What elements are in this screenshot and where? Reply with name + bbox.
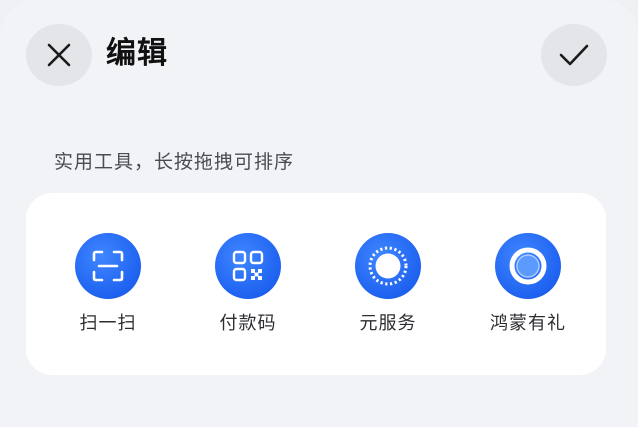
confirm-button[interactable]	[541, 24, 607, 86]
tool-label: 元服务	[359, 313, 417, 334]
gift-ring-icon	[495, 233, 561, 299]
checkmark-icon	[559, 44, 589, 66]
tool-label: 付款码	[219, 313, 277, 334]
edit-sheet: 编辑 实用工具，长按拖拽可排序 扫一扫 付款码 元服务 鸿蒙有礼	[0, 0, 638, 427]
service-ring-icon	[355, 233, 421, 299]
tool-label: 扫一扫	[79, 313, 137, 334]
tool-label: 鸿蒙有礼	[490, 313, 566, 334]
tools-card: 扫一扫 付款码 元服务 鸿蒙有礼	[26, 193, 606, 375]
close-icon	[47, 43, 71, 67]
tool-payment-code[interactable]: 付款码	[178, 193, 318, 375]
tool-scan[interactable]: 扫一扫	[38, 193, 178, 375]
close-button[interactable]	[26, 24, 92, 86]
page-title: 编辑	[106, 36, 168, 71]
tool-meta-service[interactable]: 元服务	[318, 193, 458, 375]
scan-icon	[75, 233, 141, 299]
header: 编辑	[0, 0, 638, 110]
qr-code-icon	[215, 233, 281, 299]
tool-harmony-gift[interactable]: 鸿蒙有礼	[458, 193, 598, 375]
section-label: 实用工具，长按拖拽可排序	[54, 151, 295, 173]
